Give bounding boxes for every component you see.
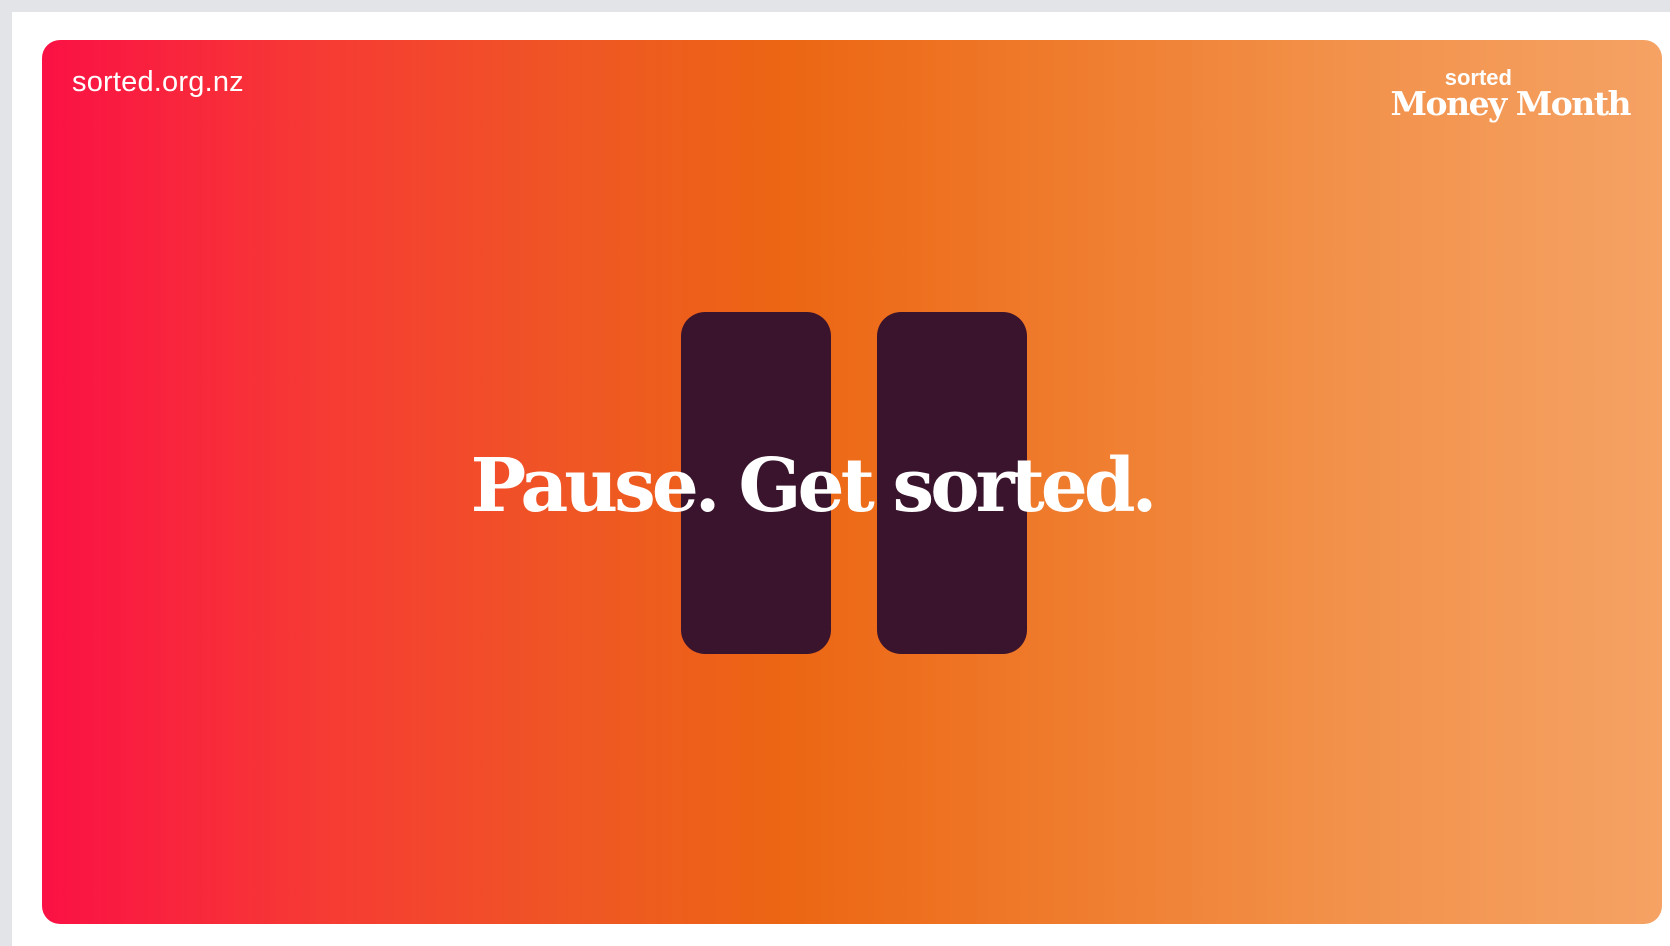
logo-money-month-text: Money Month: [1390, 84, 1632, 123]
headline: Pause. Get sorted.: [470, 443, 1158, 529]
promo-banner: sorted.org.nz sorted Money Month Pause. …: [42, 40, 1662, 924]
site-url: sorted.org.nz: [72, 66, 244, 98]
money-month-logo: sorted Money Month: [1390, 66, 1632, 132]
